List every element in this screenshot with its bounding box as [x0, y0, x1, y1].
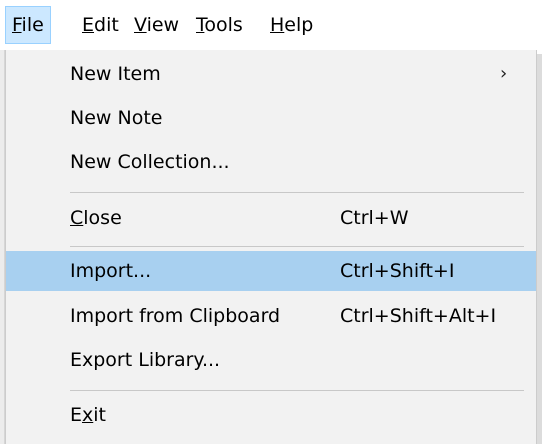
menu-edit-rest: dit — [94, 14, 119, 36]
close-shortcut: Ctrl+W — [340, 207, 409, 229]
menu-help-rest: elp — [284, 14, 314, 36]
import-clipboard-label: Import from Clipboard — [70, 305, 281, 327]
import-shortcut: Ctrl+Shift+I — [340, 260, 455, 282]
exit-label-start: E — [70, 404, 83, 426]
export-library-label: Export Library... — [70, 349, 221, 371]
menu-bar: File Edit View Tools Help — [0, 0, 542, 50]
menu-shadow — [537, 54, 542, 444]
menu-tools-rest: ools — [204, 14, 243, 36]
menu-item-close[interactable]: Close Ctrl+W — [6, 198, 536, 238]
close-mnemonic: C — [70, 207, 84, 229]
menu-help-mnemonic: H — [270, 14, 285, 36]
menu-tools[interactable]: Tools — [190, 6, 249, 44]
close-label-rest: lose — [83, 207, 122, 229]
menu-edit-mnemonic: E — [82, 14, 95, 36]
menu-view-mnemonic: V — [134, 14, 147, 36]
new-collection-label: New Collection... — [70, 151, 230, 173]
menu-item-new-item[interactable]: New Item › — [6, 54, 536, 94]
menu-help[interactable]: Help — [264, 6, 319, 44]
new-note-label: New Note — [70, 107, 163, 129]
import-clipboard-shortcut: Ctrl+Shift+Alt+I — [340, 305, 497, 327]
close-label: Close — [70, 198, 122, 238]
exit-label: Exit — [70, 395, 106, 435]
menu-item-export-library[interactable]: Export Library... — [6, 340, 536, 380]
menu-file-mnemonic: F — [12, 14, 22, 36]
exit-label-rest: it — [93, 404, 106, 426]
submenu-arrow-icon: › — [500, 63, 508, 84]
menu-view-rest: iew — [146, 14, 180, 36]
exit-mnemonic: x — [82, 404, 94, 426]
import-label: Import... — [70, 260, 152, 282]
menu-item-import-from-clipboard[interactable]: Import from Clipboard Ctrl+Shift+Alt+I — [6, 296, 536, 336]
menu-edit[interactable]: Edit — [76, 6, 125, 44]
menu-separator — [70, 246, 524, 247]
menu-view[interactable]: View — [128, 6, 185, 44]
menu-file[interactable]: File — [5, 6, 51, 44]
new-item-label: New Item — [70, 63, 161, 85]
menu-item-exit[interactable]: Exit — [6, 395, 536, 435]
menu-item-new-note[interactable]: New Note — [6, 98, 536, 138]
menu-file-rest: ile — [21, 14, 44, 36]
menu-item-new-collection[interactable]: New Collection... — [6, 142, 536, 182]
file-menu-dropdown: New Item › New Note New Collection... Cl… — [5, 50, 537, 444]
menu-item-import[interactable]: Import... Ctrl+Shift+I — [6, 251, 536, 291]
menu-separator — [70, 390, 524, 391]
menu-separator — [70, 192, 524, 193]
